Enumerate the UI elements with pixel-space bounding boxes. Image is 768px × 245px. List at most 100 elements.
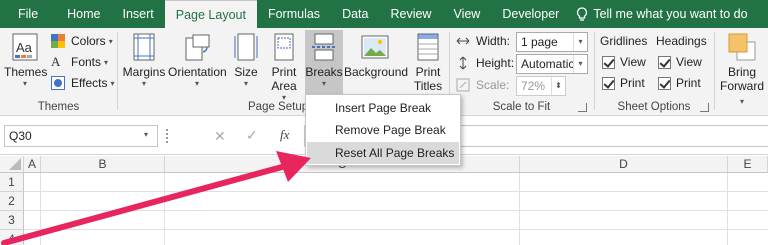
effects-button[interactable]: Effects ▾ bbox=[51, 76, 114, 90]
size-button[interactable]: Size ▾ bbox=[230, 32, 262, 88]
gridlines-view-checkbox[interactable]: View bbox=[602, 55, 646, 69]
row-header-4[interactable]: 4 bbox=[0, 230, 24, 245]
print-titles-icon bbox=[413, 32, 443, 62]
name-box[interactable]: Q30 bbox=[4, 125, 158, 147]
colors-icon bbox=[51, 34, 67, 48]
row-header-2[interactable]: 2 bbox=[0, 192, 24, 211]
print-area-label-2: Area bbox=[271, 79, 297, 93]
ribbon-collapse-icon[interactable] bbox=[4, 104, 114, 105]
menu-item-remove-page-break[interactable]: Remove Page Break bbox=[307, 119, 459, 141]
scale-icon bbox=[456, 78, 472, 92]
checkbox-checked-icon bbox=[658, 76, 671, 90]
column-header-a[interactable]: A bbox=[24, 156, 41, 173]
ribbon-tab-bar: File Home Insert Page Layout Formulas Da… bbox=[0, 0, 768, 28]
gridlines-header: Gridlines bbox=[600, 34, 648, 48]
tab-data[interactable]: Data bbox=[331, 0, 379, 28]
gridline bbox=[24, 229, 768, 230]
name-box-dropdown-icon[interactable]: ▾ bbox=[144, 130, 148, 139]
chevron-down-icon: ▾ bbox=[573, 33, 587, 51]
bring-forward-label-2: Forward bbox=[719, 79, 764, 93]
row-header-1[interactable]: 1 bbox=[0, 173, 24, 192]
gridlines-print-checkbox[interactable]: Print bbox=[602, 76, 645, 90]
width-value: 1 page bbox=[521, 35, 558, 49]
scale-label: Scale: bbox=[476, 78, 510, 92]
margins-button[interactable]: Margins ▾ bbox=[122, 32, 166, 88]
print-titles-button[interactable]: Print Titles bbox=[408, 32, 448, 93]
breaks-button[interactable]: Breaks ▾ bbox=[305, 30, 343, 96]
margins-label: Margins bbox=[122, 65, 166, 79]
menu-item-insert-page-break[interactable]: Insert Page Break bbox=[307, 97, 459, 119]
tab-home[interactable]: Home bbox=[56, 0, 111, 28]
tab-review[interactable]: Review bbox=[379, 0, 442, 28]
tab-insert[interactable]: Insert bbox=[112, 0, 165, 28]
orientation-button[interactable]: Orientation ▾ bbox=[168, 32, 227, 88]
fonts-label: Fonts bbox=[71, 55, 102, 69]
breaks-label: Breaks bbox=[305, 65, 343, 79]
dialog-launcher-icon[interactable] bbox=[700, 103, 709, 112]
svg-text:Aa: Aa bbox=[16, 40, 33, 55]
headings-print-checkbox[interactable]: Print bbox=[658, 76, 701, 90]
worksheet-grid: A B C D E 1 2 3 4 bbox=[0, 156, 768, 245]
lightbulb-icon bbox=[577, 6, 588, 21]
scale-value: 72% bbox=[521, 79, 546, 93]
orientation-icon bbox=[182, 32, 212, 62]
print-area-button[interactable]: Print Area ▾ bbox=[264, 32, 304, 102]
chevron-down-icon: ▾ bbox=[243, 79, 248, 88]
gridline bbox=[727, 173, 728, 245]
bring-forward-icon bbox=[727, 32, 757, 62]
column-header-d[interactable]: D bbox=[520, 156, 728, 173]
row-header-3[interactable]: 3 bbox=[0, 211, 24, 230]
column-header-b[interactable]: B bbox=[41, 156, 165, 173]
tab-formulas[interactable]: Formulas bbox=[257, 0, 331, 28]
height-label: Height: bbox=[476, 56, 515, 70]
cancel-icon[interactable]: ✕ bbox=[214, 128, 226, 145]
background-button[interactable]: Background bbox=[344, 32, 408, 79]
scale-spinner[interactable]: 72% ⬍ bbox=[516, 76, 566, 96]
print-titles-label-2: Titles bbox=[413, 79, 443, 93]
tell-me-box[interactable]: Tell me what you want to do bbox=[570, 0, 748, 28]
themes-label: Themes bbox=[4, 65, 48, 79]
column-header-e[interactable]: E bbox=[728, 156, 768, 173]
headings-view-checkbox[interactable]: View bbox=[658, 55, 702, 69]
size-label: Size bbox=[234, 65, 258, 79]
height-select[interactable]: Automatic ▾ bbox=[516, 54, 588, 74]
dialog-launcher-icon[interactable] bbox=[578, 103, 587, 112]
headings-print-label: Print bbox=[676, 76, 701, 90]
gridlines-view-label: View bbox=[620, 55, 646, 69]
gridlines-print-label: Print bbox=[620, 76, 645, 90]
width-label-row: Width: bbox=[456, 34, 510, 48]
gridline bbox=[40, 173, 41, 245]
fonts-button[interactable]: A Fonts ▾ bbox=[51, 54, 108, 70]
select-all-icon bbox=[9, 158, 21, 170]
tab-developer[interactable]: Developer bbox=[491, 0, 570, 28]
tell-me-label: Tell me what you want to do bbox=[593, 7, 748, 21]
scale-to-fit-group: Width: 1 page ▾ Height: Automatic ▾ Scal… bbox=[450, 28, 593, 116]
checkbox-checked-icon bbox=[602, 55, 615, 69]
chevron-down-icon: ▾ bbox=[739, 97, 744, 106]
spinner-arrows-icon: ⬍ bbox=[551, 77, 565, 95]
bring-forward-button[interactable]: Bring Forward ▾ bbox=[717, 32, 767, 109]
insert-function-icon[interactable]: fx bbox=[280, 127, 289, 143]
tab-view[interactable]: View bbox=[442, 0, 491, 28]
gridline bbox=[519, 173, 520, 245]
tab-page-layout[interactable]: Page Layout bbox=[164, 0, 257, 28]
fonts-icon: A bbox=[51, 54, 61, 69]
enter-check-icon[interactable]: ✓ bbox=[246, 127, 258, 144]
arrange-group: Bring Forward ▾ bbox=[715, 28, 768, 116]
sheet-options-group: Gridlines Headings View Print View Print… bbox=[595, 28, 713, 116]
bring-forward-label-1: Bring bbox=[727, 65, 756, 79]
breaks-icon bbox=[309, 32, 339, 62]
colors-button[interactable]: Colors ▾ bbox=[51, 34, 113, 48]
themes-group-label: Themes bbox=[37, 101, 80, 113]
width-select[interactable]: 1 page ▾ bbox=[516, 32, 588, 52]
tab-file[interactable]: File bbox=[0, 0, 56, 28]
chevron-down-icon: ▾ bbox=[22, 79, 27, 88]
headings-header: Headings bbox=[656, 34, 707, 48]
breaks-dropdown-menu: Insert Page Break Remove Page Break Rese… bbox=[305, 94, 461, 166]
excel-window: File Home Insert Page Layout Formulas Da… bbox=[0, 0, 768, 245]
select-all-corner[interactable] bbox=[0, 156, 24, 173]
themes-button[interactable]: Aa Themes ▾ bbox=[4, 32, 48, 88]
width-label: Width: bbox=[476, 34, 511, 48]
menu-item-reset-all-page-breaks[interactable]: Reset All Page Breaks bbox=[307, 142, 459, 164]
headings-view-label: View bbox=[676, 55, 702, 69]
